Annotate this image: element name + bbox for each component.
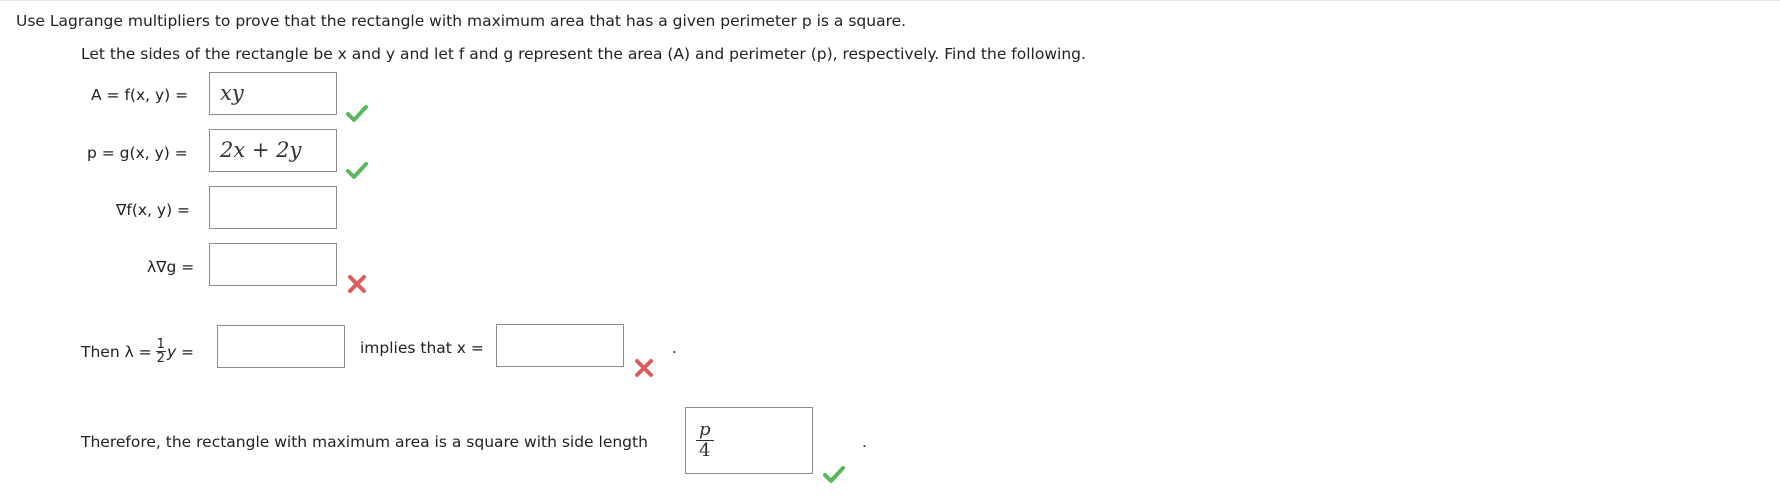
check-icon	[346, 162, 368, 179]
fraction-denominator: 2	[156, 351, 165, 366]
side-length-denominator: 4	[699, 440, 711, 461]
then-var: y =	[166, 342, 195, 361]
cross-icon	[348, 275, 366, 293]
check-icon	[823, 466, 845, 483]
perimeter-answer-box[interactable]: 2x + 2y	[209, 129, 337, 172]
cross-icon	[635, 359, 653, 377]
gradient-f-answer-box[interactable]	[209, 186, 337, 229]
conclusion-period: .	[862, 433, 867, 451]
lambda-gradient-g-label: λ∇g =	[147, 258, 195, 276]
area-answer-box[interactable]: xy	[209, 72, 337, 115]
side-length-numerator: p	[696, 420, 714, 441]
question-prompt: Use Lagrange multipliers to prove that t…	[16, 12, 907, 30]
lambda-gradient-g-answer-box[interactable]	[209, 243, 337, 286]
then-row-period: .	[672, 339, 677, 357]
lambda-answer-box[interactable]	[217, 325, 345, 368]
top-divider	[0, 0, 1780, 1]
question-instruction: Let the sides of the rectangle be x and …	[81, 45, 1086, 63]
half-fraction: 1 2	[155, 337, 166, 366]
perimeter-label: p = g(x, y) =	[87, 144, 188, 162]
area-label: A = f(x, y) =	[91, 86, 189, 104]
side-length-answer-box[interactable]: p 4	[685, 407, 813, 474]
side-length-answer: p 4	[696, 420, 714, 461]
then-row-label: Then λ = 1 2 y =	[81, 338, 194, 365]
then-prefix: Then λ =	[81, 342, 152, 361]
perimeter-answer: 2x + 2y	[220, 138, 302, 162]
conclusion-text: Therefore, the rectangle with maximum ar…	[81, 433, 648, 451]
area-answer: xy	[220, 81, 244, 105]
x-answer-box[interactable]	[496, 324, 624, 367]
fraction-numerator: 1	[155, 337, 166, 352]
check-icon	[346, 105, 368, 122]
implies-label: implies that x =	[360, 339, 484, 357]
gradient-f-label: ∇f(x, y) =	[116, 201, 191, 219]
